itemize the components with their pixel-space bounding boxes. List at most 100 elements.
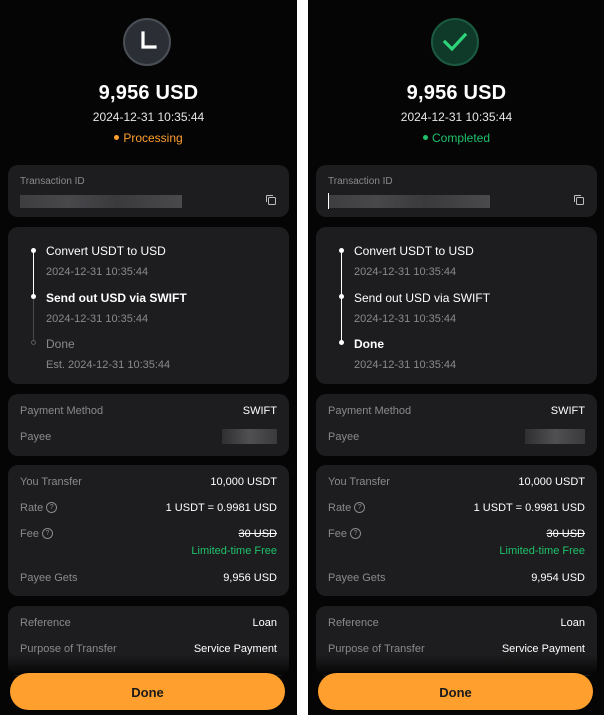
status-dot xyxy=(114,135,120,141)
reference-value: Loan xyxy=(560,617,585,629)
payment-method-card: Payment Method SWIFT Payee xyxy=(316,394,597,456)
timeline-dot xyxy=(31,294,36,299)
copy-icon[interactable] xyxy=(573,193,585,211)
payee-value-redacted xyxy=(222,429,277,444)
done-button[interactable]: Done xyxy=(10,673,285,710)
rate-label: Rate xyxy=(20,502,44,514)
payee-gets-value: 9,956 USD xyxy=(223,572,277,584)
help-icon[interactable]: ? xyxy=(41,527,53,539)
timeline-dot xyxy=(339,340,344,345)
timeline-step-title: Done xyxy=(46,337,75,351)
timeline-step: Done 2024-12-31 10:35:44 xyxy=(354,337,456,371)
transfer-timeline-card: Convert USDT to USD 2024-12-31 10:35:44 … xyxy=(316,227,597,384)
payee-gets-label: Payee Gets xyxy=(20,572,78,584)
purpose-value: Service Payment xyxy=(193,643,277,655)
status-badge: Completed xyxy=(308,131,604,145)
bottom-fade xyxy=(308,655,604,675)
transaction-id-value-redacted xyxy=(328,195,490,208)
timeline-step: Send out USD via SWIFT 2024-12-31 10:35:… xyxy=(354,291,490,325)
bottom-fade xyxy=(0,655,297,675)
transfer-summary-card: You Transfer 10,000 USDT Rate? 1 USDT = … xyxy=(316,465,597,596)
done-button[interactable]: Done xyxy=(318,673,593,710)
payment-method-label: Payment Method xyxy=(20,405,104,417)
timeline-step-time: Est. 2024-12-31 10:35:44 xyxy=(46,359,171,371)
fee-label-group: Fee? xyxy=(20,527,53,540)
you-transfer-label: You Transfer xyxy=(20,476,82,488)
help-icon[interactable]: ? xyxy=(354,501,366,513)
timeline-dot xyxy=(31,248,36,253)
rate-value: 1 USDT = 0.9981 USD xyxy=(165,502,277,514)
reference-value: Loan xyxy=(252,617,277,629)
clock-icon xyxy=(123,18,171,66)
payment-method-card: Payment Method SWIFT Payee xyxy=(8,394,289,456)
reference-label: Reference xyxy=(20,617,71,629)
status-dot xyxy=(422,135,428,141)
payee-gets-value: 9,954 USD xyxy=(531,572,585,584)
fee-original-value: 30 USD xyxy=(546,528,585,540)
payee-label: Payee xyxy=(328,431,360,443)
transaction-id-value-redacted xyxy=(20,195,182,208)
payment-method-value: SWIFT xyxy=(242,405,277,417)
timeline-step-time: 2024-12-31 10:35:44 xyxy=(354,359,457,371)
timeline-step-title: Convert USDT to USD xyxy=(46,244,166,258)
copy-icon[interactable] xyxy=(265,193,277,211)
you-transfer-value: 10,000 USDT xyxy=(210,476,277,488)
help-icon[interactable]: ? xyxy=(46,501,58,513)
timeline-step: Convert USDT to USD 2024-12-31 10:35:44 xyxy=(354,244,474,278)
payee-value-redacted xyxy=(525,429,585,444)
timeline-connector xyxy=(33,251,34,297)
timeline-step-time: 2024-12-31 10:35:44 xyxy=(354,266,457,278)
transaction-id-card: Transaction ID xyxy=(8,165,289,217)
timeline-step-title: Send out USD via SWIFT xyxy=(354,291,491,305)
purpose-label: Purpose of Transfer xyxy=(328,643,425,655)
timeline-step: Send out USD via SWIFT 2024-12-31 10:35:… xyxy=(46,291,187,325)
help-icon[interactable]: ? xyxy=(349,527,361,539)
timeline-step: Convert USDT to USD 2024-12-31 10:35:44 xyxy=(46,244,166,278)
checkmark-icon xyxy=(431,18,479,66)
timeline-step-time: 2024-12-31 10:35:44 xyxy=(354,313,457,325)
status-text: Processing xyxy=(123,131,183,145)
transaction-id-label: Transaction ID xyxy=(20,176,85,187)
rate-value: 1 USDT = 0.9981 USD xyxy=(473,502,585,514)
timeline-step-title: Done xyxy=(354,337,384,351)
transfer-timeline-card: Convert USDT to USD 2024-12-31 10:35:44 … xyxy=(8,227,289,384)
rate-label-group: Rate? xyxy=(328,501,366,514)
timeline-step-time: 2024-12-31 10:35:44 xyxy=(46,266,149,278)
timeline-dot xyxy=(339,248,344,253)
reference-label: Reference xyxy=(328,617,379,629)
you-transfer-value: 10,000 USDT xyxy=(518,476,585,488)
transfer-detail-screen-processing: 9,956 USD 2024-12-31 10:35:44 Processing… xyxy=(0,0,297,715)
timeline-connector xyxy=(33,299,34,340)
timeline-step-title: Convert USDT to USD xyxy=(354,244,474,258)
transaction-id-label: Transaction ID xyxy=(328,176,393,187)
rate-label: Rate xyxy=(328,502,352,514)
transaction-id-card: Transaction ID xyxy=(316,165,597,217)
transfer-timestamp: 2024-12-31 10:35:44 xyxy=(400,110,513,124)
transfer-timestamp: 2024-12-31 10:35:44 xyxy=(92,110,205,124)
transfer-detail-screen-completed: 9,956 USD 2024-12-31 10:35:44 Completed … xyxy=(308,0,604,715)
payment-method-value: SWIFT xyxy=(550,405,585,417)
purpose-label: Purpose of Transfer xyxy=(20,643,117,655)
fee-label-group: Fee? xyxy=(328,527,361,540)
you-transfer-label: You Transfer xyxy=(328,476,390,488)
payee-gets-label: Payee Gets xyxy=(328,572,386,584)
timeline-dot xyxy=(339,294,344,299)
payment-method-label: Payment Method xyxy=(328,405,412,417)
rate-label-group: Rate? xyxy=(20,501,58,514)
fee-promo-text: Limited-time Free xyxy=(191,545,277,557)
fee-label: Fee xyxy=(20,528,39,540)
transfer-summary-card: You Transfer 10,000 USDT Rate? 1 USDT = … xyxy=(8,465,289,596)
status-badge: Processing xyxy=(0,131,297,145)
status-text: Completed xyxy=(431,131,491,145)
fee-original-value: 30 USD xyxy=(238,528,277,540)
timeline-step-time: 2024-12-31 10:35:44 xyxy=(46,313,149,325)
payee-label: Payee xyxy=(20,431,52,443)
fee-promo-text: Limited-time Free xyxy=(499,545,585,557)
fee-label: Fee xyxy=(328,528,347,540)
purpose-value: Service Payment xyxy=(501,643,585,655)
transfer-amount: 9,956 USD xyxy=(406,82,507,104)
timeline-step: Done Est. 2024-12-31 10:35:44 xyxy=(46,337,170,371)
timeline-step-title: Send out USD via SWIFT xyxy=(46,291,187,305)
transfer-amount: 9,956 USD xyxy=(98,82,199,104)
text-cursor xyxy=(328,193,329,209)
